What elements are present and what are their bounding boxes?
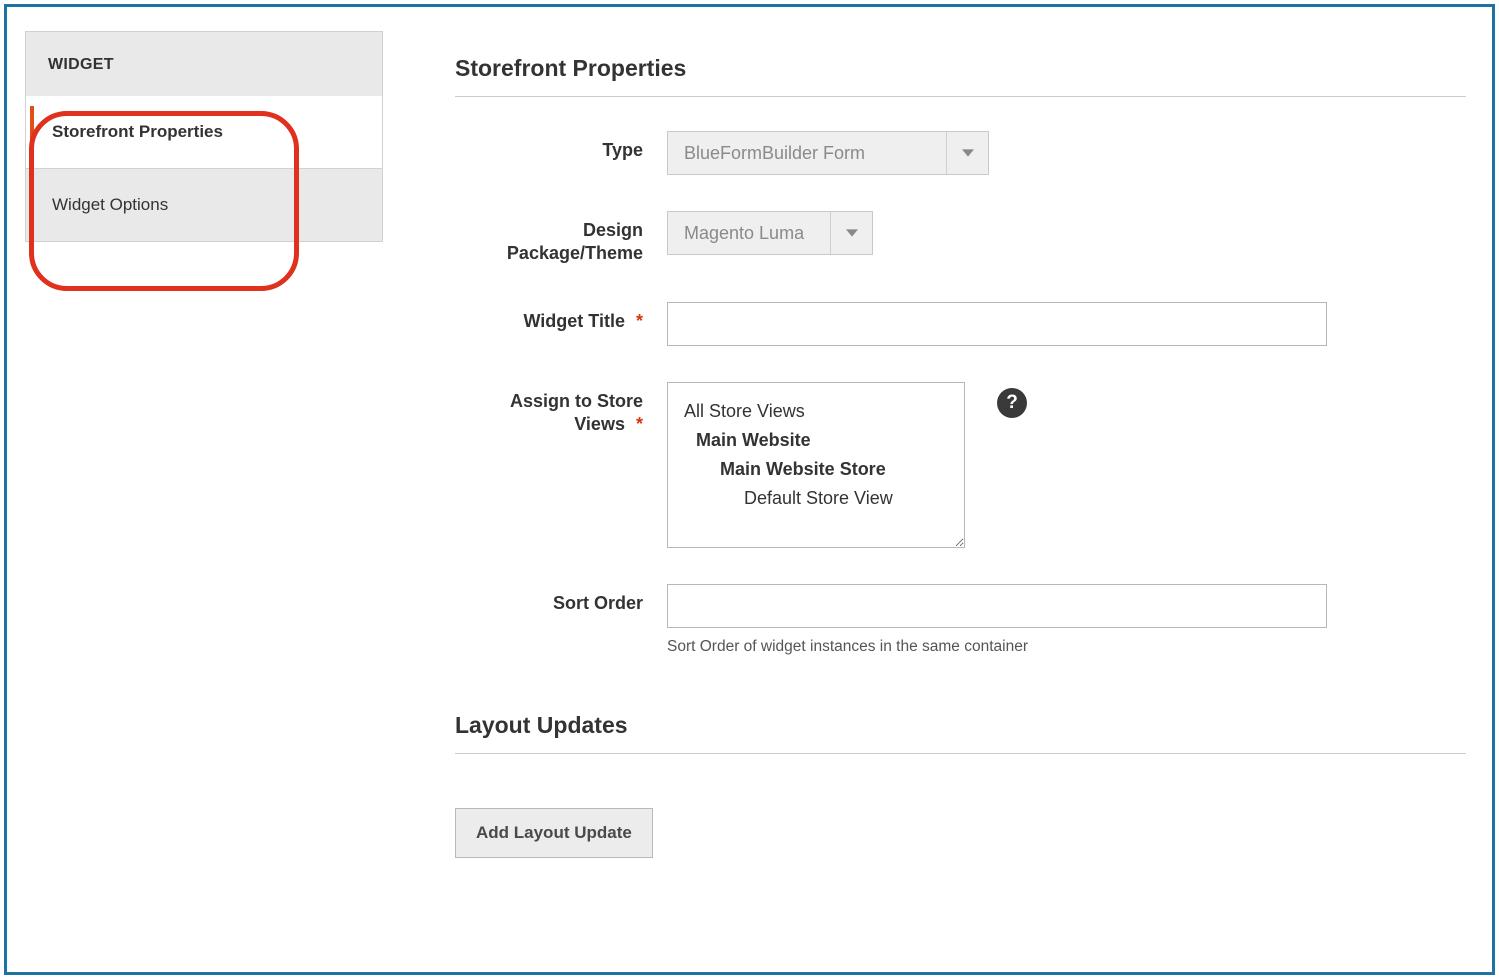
type-select[interactable]: BlueFormBuilder Form (667, 131, 989, 175)
section-title-layout-updates: Layout Updates (455, 712, 1466, 754)
field-row-store-views: Assign to Store Views * All Store Views … (455, 382, 1466, 548)
widget-config-page: WIDGET Storefront Properties Widget Opti… (4, 4, 1495, 975)
field-row-widget-title: Widget Title * (455, 302, 1466, 346)
sidebar-item-label: Widget Options (52, 195, 168, 214)
help-icon[interactable]: ? (997, 388, 1027, 418)
required-indicator: * (636, 414, 643, 434)
field-label-text: Assign to Store Views (510, 391, 643, 434)
add-layout-update-button[interactable]: Add Layout Update (455, 808, 653, 858)
field-row-theme: Design Package/Theme Magento Luma (455, 211, 1466, 266)
store-views-multiselect[interactable]: All Store Views Main Website Main Websit… (667, 382, 965, 548)
field-row-sort-order: Sort Order Sort Order of widget instance… (455, 584, 1466, 656)
chevron-down-icon (830, 212, 872, 254)
main-panel: Storefront Properties Type BlueFormBuild… (383, 31, 1466, 858)
sidebar-item-label: Storefront Properties (52, 122, 223, 141)
field-row-type: Type BlueFormBuilder Form (455, 131, 1466, 175)
widget-title-input[interactable] (667, 302, 1327, 346)
sidebar: WIDGET Storefront Properties Widget Opti… (25, 31, 383, 242)
required-indicator: * (636, 311, 643, 331)
field-label-text: Widget Title (523, 311, 625, 331)
section-title-storefront-properties: Storefront Properties (455, 55, 1466, 97)
store-view-option[interactable]: Main Website Store (684, 455, 954, 484)
sort-order-input[interactable] (667, 584, 1327, 628)
section-layout-updates: Layout Updates Add Layout Update (455, 712, 1466, 858)
type-select-value: BlueFormBuilder Form (668, 132, 946, 174)
store-view-option[interactable]: Default Store View (684, 484, 954, 513)
field-label: Design Package/Theme (455, 211, 643, 266)
sort-order-hint: Sort Order of widget instances in the sa… (667, 638, 1466, 656)
theme-select[interactable]: Magento Luma (667, 211, 873, 255)
field-label: Widget Title * (455, 302, 643, 333)
field-label: Assign to Store Views * (455, 382, 643, 437)
sidebar-item-storefront-properties[interactable]: Storefront Properties (25, 96, 383, 169)
sidebar-header: WIDGET (25, 31, 383, 96)
store-view-option[interactable]: All Store Views (684, 397, 954, 426)
field-label: Sort Order (455, 584, 643, 615)
field-label: Type (455, 131, 643, 162)
sidebar-item-widget-options[interactable]: Widget Options (25, 169, 383, 242)
store-view-option[interactable]: Main Website (684, 426, 954, 455)
theme-select-value: Magento Luma (668, 212, 830, 254)
chevron-down-icon (946, 132, 988, 174)
